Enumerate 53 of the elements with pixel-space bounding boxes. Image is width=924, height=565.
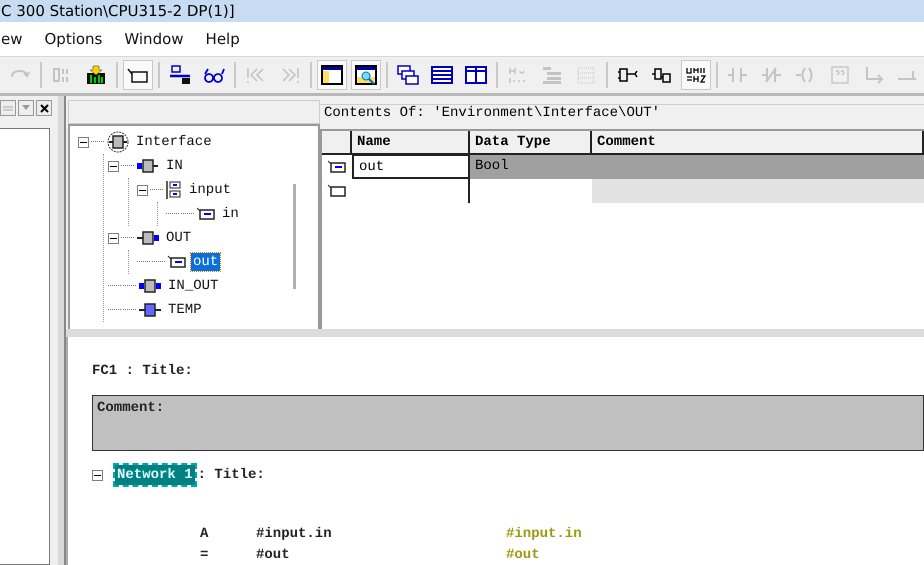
menu-item[interactable]: Window xyxy=(112,30,194,48)
close-icon[interactable] xyxy=(36,100,52,116)
operand: #out xyxy=(256,546,291,562)
tree-item[interactable]: Interface xyxy=(134,133,214,151)
struct-icon xyxy=(165,180,183,200)
collapse-toggle[interactable] xyxy=(137,184,148,196)
tag-icon xyxy=(327,160,347,174)
instruction: = xyxy=(200,546,210,562)
output-block-icon xyxy=(136,230,160,246)
column-header[interactable]: Name xyxy=(352,131,470,155)
tree-item[interactable]: TEMP xyxy=(166,301,204,319)
input-block-icon xyxy=(136,158,160,174)
collapse-toggle[interactable] xyxy=(78,136,89,148)
symbol-annotation: #out xyxy=(506,546,541,562)
tree-item[interactable]: IN_OUT xyxy=(166,277,220,295)
contents-title: Contents Of: 'Environment\Interface\OUT' xyxy=(320,104,924,127)
window-title: C 300 Station\CPU315-2 DP(1)] xyxy=(1,2,235,20)
tree-item[interactable]: in xyxy=(220,205,241,223)
collapse-toggle[interactable] xyxy=(108,160,119,172)
comment-cell[interactable] xyxy=(592,155,924,179)
network-label[interactable]: Network 1 xyxy=(115,465,195,485)
tree-item[interactable]: IN xyxy=(164,157,185,175)
inout-block-icon xyxy=(138,278,162,294)
network-title: : Title: xyxy=(198,467,265,483)
menu-item[interactable]: ew xyxy=(0,30,32,48)
tree-item[interactable]: OUT xyxy=(164,229,194,247)
comment-field[interactable]: Comment: xyxy=(92,395,924,451)
menu-item[interactable]: Help xyxy=(194,30,250,48)
interface-icon xyxy=(106,130,130,154)
scrollbar[interactable] xyxy=(293,184,296,289)
instruction: A xyxy=(200,526,210,542)
comment-cell[interactable] xyxy=(592,179,924,203)
operand: #input.in xyxy=(256,526,333,542)
collapse-toggle[interactable] xyxy=(92,470,103,480)
column-header[interactable]: Data Type xyxy=(470,131,592,155)
tree-item[interactable]: input xyxy=(187,181,234,199)
block-title: FC1 : Title: xyxy=(92,363,194,381)
column-header[interactable]: Comment xyxy=(592,131,924,155)
name-cell[interactable]: out xyxy=(352,155,470,179)
panel-search-icon[interactable] xyxy=(351,60,381,90)
tree-item[interactable]: out xyxy=(191,253,220,271)
corner-cell xyxy=(322,131,352,155)
empty-tag-icon xyxy=(327,184,347,198)
symbol-annotation: #input.in xyxy=(506,526,583,542)
stl-icon[interactable] xyxy=(681,60,711,90)
tag-icon xyxy=(196,207,216,221)
data-type-cell[interactable]: Bool xyxy=(470,155,592,179)
tag-icon xyxy=(167,255,187,269)
collapse-toggle[interactable] xyxy=(108,232,119,244)
panel-left-icon[interactable] xyxy=(317,60,347,90)
tag-icon[interactable] xyxy=(123,60,153,90)
temp-block-icon xyxy=(138,302,162,318)
menu-item[interactable]: Options xyxy=(32,30,112,48)
